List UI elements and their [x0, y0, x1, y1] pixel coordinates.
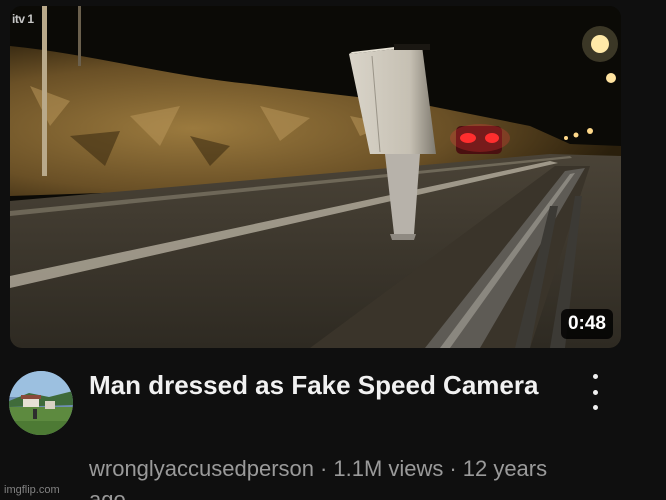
- meta-separator: ·: [320, 456, 328, 481]
- video-title[interactable]: Man dressed as Fake Speed Camera: [89, 369, 559, 402]
- video-metadata: wronglyaccusedperson · 1.1M views · 12 years…: [89, 453, 559, 500]
- channel-name[interactable]: wronglyaccusedperson: [89, 456, 314, 481]
- menu-dot: [592, 405, 598, 410]
- view-count: 1.1M views: [333, 456, 444, 481]
- thumbnail-image: [10, 6, 621, 348]
- imgflip-watermark: imgflip.com: [4, 484, 60, 496]
- channel-avatar[interactable]: [9, 371, 73, 435]
- duration-badge: 0:48: [560, 309, 613, 339]
- menu-dot: [592, 374, 598, 379]
- avatar-image: [9, 371, 73, 435]
- video-thumbnail[interactable]: itv 1 0:48: [10, 6, 621, 348]
- more-vert-icon[interactable]: [580, 374, 610, 410]
- menu-dot: [592, 389, 598, 395]
- itv-channel-logo: itv 1: [12, 12, 34, 26]
- video-card: itv 1 0:48 Man dressed as Fake Speed Cam…: [0, 0, 666, 500]
- meta-separator-2: ·: [449, 456, 457, 481]
